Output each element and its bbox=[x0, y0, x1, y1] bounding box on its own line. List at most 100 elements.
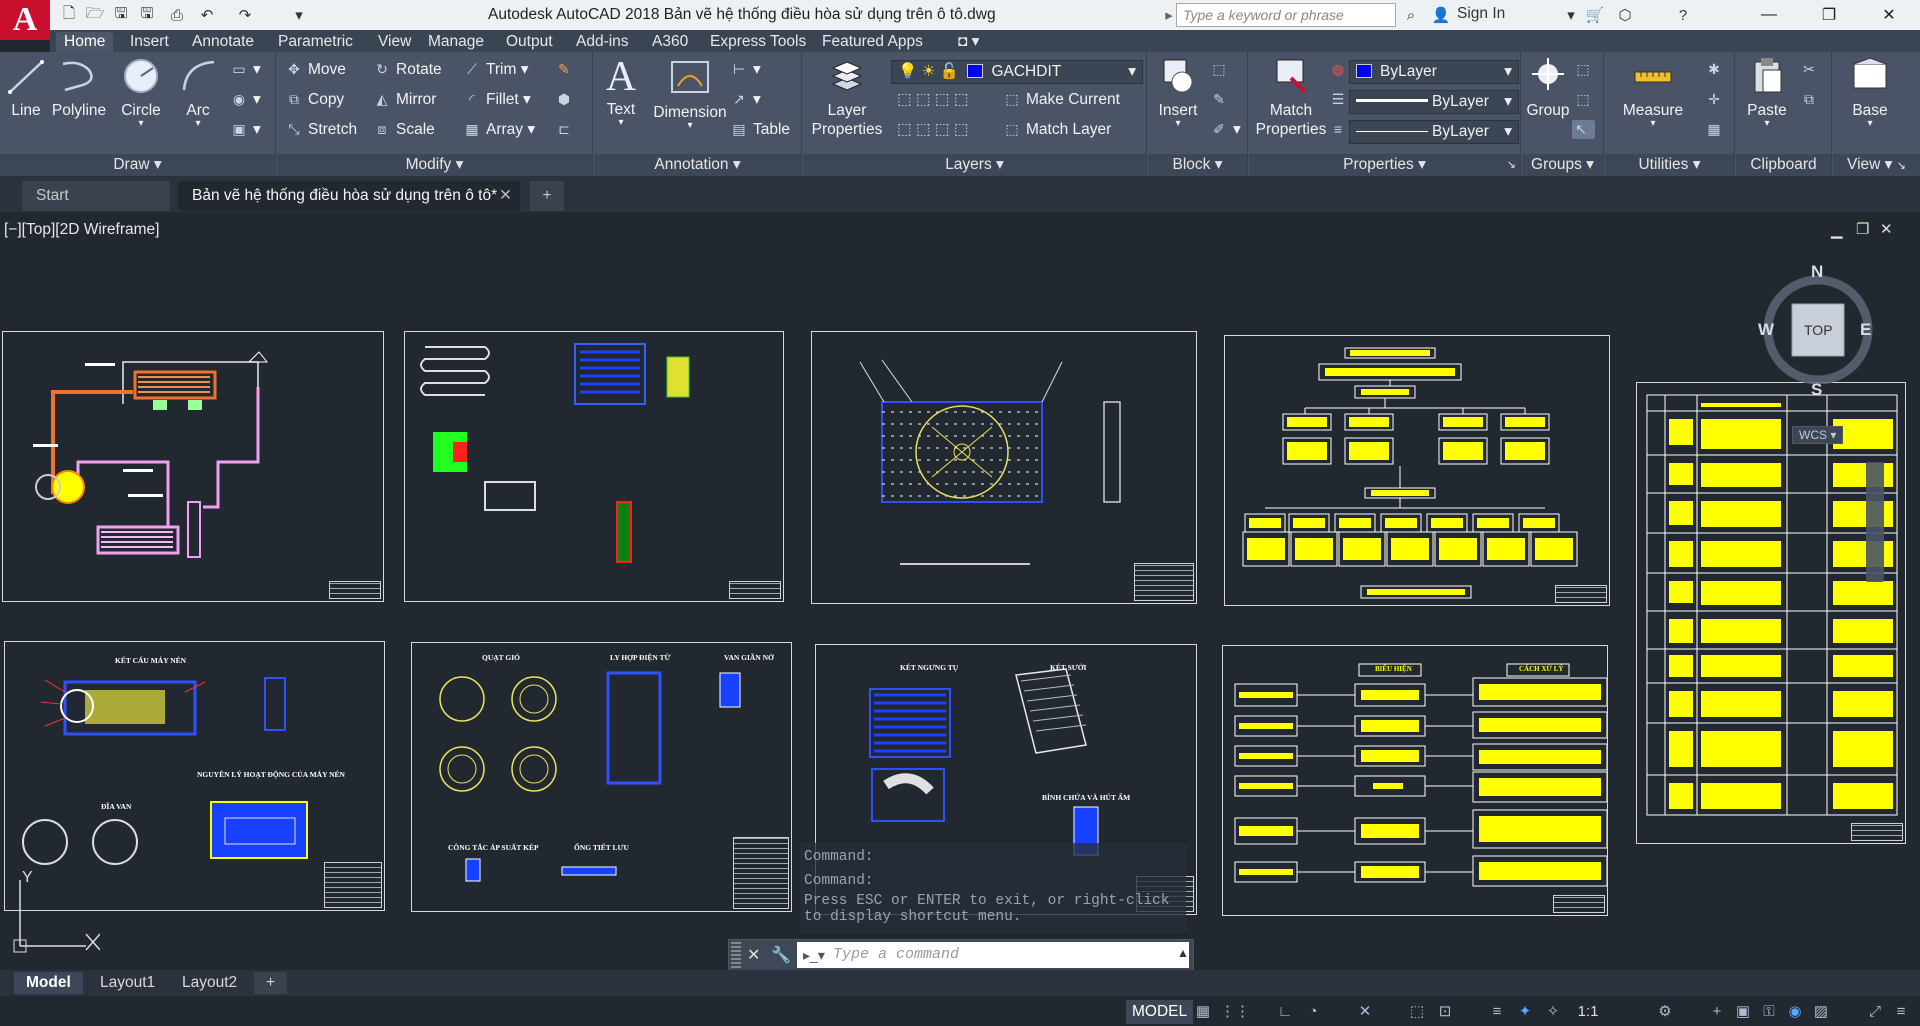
annotation-visibility-icon[interactable]: ✧ bbox=[1542, 1001, 1564, 1023]
measure-button[interactable]: Measure ▾ bbox=[1609, 56, 1697, 129]
binoculars-icon[interactable]: ⌕ bbox=[1400, 4, 1422, 26]
lineweight-status-icon[interactable]: ≡ bbox=[1486, 1001, 1508, 1023]
move-button[interactable]: ✥ Move bbox=[285, 60, 346, 79]
text-dropdown-icon[interactable]: ▾ bbox=[598, 118, 644, 128]
compass-east[interactable]: E bbox=[1860, 320, 1871, 340]
line-button[interactable]: Line bbox=[4, 56, 48, 120]
close-tab-icon[interactable]: ✕ bbox=[499, 181, 512, 211]
layer-tools-row-2[interactable]: ⬚ ⬚ ⬚ ⬚ bbox=[897, 120, 969, 139]
copy-button[interactable]: ⧉ Copy bbox=[285, 90, 344, 109]
calculator-icon[interactable]: ▦ bbox=[1705, 120, 1728, 139]
base-dropdown-icon[interactable]: ▾ bbox=[1845, 119, 1895, 129]
id-point-icon[interactable]: ✛ bbox=[1705, 90, 1728, 109]
plot-icon[interactable]: ⎙ bbox=[166, 4, 188, 26]
linear-dim-icon[interactable]: ⊢ ▾ bbox=[730, 60, 761, 79]
customize-status-icon[interactable]: ≡ bbox=[1890, 1001, 1912, 1023]
group-button[interactable]: Group bbox=[1526, 56, 1570, 120]
viewport-restore-icon[interactable]: ❐ bbox=[1856, 220, 1869, 238]
wcs-menu[interactable]: WCS ▾ bbox=[1792, 426, 1844, 444]
leader-icon[interactable]: ↗ ▾ bbox=[730, 90, 761, 109]
close-icon[interactable]: ✕ bbox=[1866, 0, 1912, 30]
tab-parametric[interactable]: Parametric bbox=[270, 32, 361, 52]
sign-in-button[interactable]: Sign In bbox=[1457, 5, 1505, 23]
groups-panel-title[interactable]: Groups ▾ bbox=[1522, 154, 1603, 176]
region-icon[interactable]: ▣ ▾ bbox=[230, 120, 260, 139]
scale-value[interactable]: 1:1 bbox=[1570, 1001, 1606, 1023]
signin-dropdown-icon[interactable]: ▾ bbox=[1560, 4, 1582, 26]
recent-commands-icon[interactable]: ▸_▾ bbox=[803, 947, 825, 964]
match-properties-button[interactable]: Match Properties bbox=[1251, 56, 1331, 139]
redo-icon[interactable]: ↷ bbox=[234, 4, 256, 26]
fullscreen-icon[interactable]: ⤢ bbox=[1864, 1001, 1886, 1023]
tab-manage[interactable]: Manage bbox=[420, 32, 492, 52]
dimension-dropdown-icon[interactable]: ▾ bbox=[650, 121, 730, 131]
compass-west[interactable]: W bbox=[1758, 320, 1774, 340]
customize-icon[interactable]: 🔧 bbox=[771, 945, 791, 965]
drawing-sheet-3[interactable] bbox=[811, 331, 1197, 604]
tab-annotate[interactable]: Annotate bbox=[184, 32, 262, 52]
lineweight-dropdown[interactable]: ByLayer ▾ bbox=[1349, 90, 1519, 114]
polar-icon[interactable]: ◔ bbox=[1302, 1001, 1324, 1023]
new-icon[interactable]: 🗋 bbox=[58, 4, 80, 26]
restore-icon[interactable]: ❐ bbox=[1806, 0, 1852, 30]
drawing-sheet-4[interactable] bbox=[1224, 335, 1610, 606]
save-as-icon[interactable]: 🖫 bbox=[136, 4, 158, 26]
arc-button[interactable]: Arc ▾ bbox=[174, 56, 222, 129]
match-layer-button[interactable]: ⬚ Match Layer bbox=[1003, 120, 1111, 139]
drawing-sheet-9[interactable] bbox=[1636, 382, 1906, 844]
scale-button[interactable]: ⧈ Scale bbox=[373, 120, 435, 139]
tab-layout1[interactable]: Layout1 bbox=[88, 972, 167, 994]
undo-icon[interactable]: ↶ bbox=[196, 4, 218, 26]
file-tab-start[interactable]: Start bbox=[22, 181, 170, 211]
clean-screen-icon[interactable]: ▨ bbox=[1810, 1001, 1832, 1023]
annotation-panel-title[interactable]: Annotation ▾ bbox=[594, 154, 801, 176]
create-block-icon[interactable]: ⬚ bbox=[1210, 60, 1233, 79]
utilities-panel-title[interactable]: Utilities ▾ bbox=[1605, 154, 1734, 176]
group-edit-icon[interactable]: ⬚ bbox=[1574, 90, 1597, 109]
otrack-icon[interactable]: ⊡ bbox=[1434, 1001, 1456, 1023]
help-icon[interactable]: ? bbox=[1672, 4, 1694, 26]
navigation-bar[interactable] bbox=[1866, 462, 1884, 582]
tab-layout2[interactable]: Layout2 bbox=[170, 972, 249, 994]
viewport-minimize-icon[interactable]: ▁ bbox=[1831, 221, 1843, 239]
tab-a360[interactable]: A360 bbox=[644, 32, 696, 52]
viewcube-top-face[interactable]: TOP bbox=[1804, 322, 1833, 338]
layer-dropdown[interactable]: 💡 ☀ 🔓 GACHDIT ▾ bbox=[891, 60, 1143, 84]
tab-model[interactable]: Model bbox=[14, 972, 83, 994]
layer-properties-button[interactable]: Layer Properties bbox=[807, 56, 887, 139]
qat-dropdown-icon[interactable]: ▾ bbox=[288, 4, 310, 26]
new-tab-icon[interactable]: + bbox=[530, 181, 564, 211]
add-layout-icon[interactable]: + bbox=[254, 972, 288, 994]
tab-home[interactable]: Home bbox=[56, 32, 114, 52]
plus-icon[interactable]: + bbox=[1706, 1001, 1728, 1023]
ribbon-minimize-icon[interactable]: ◘ ▾ bbox=[950, 32, 987, 52]
compass-south[interactable]: S bbox=[1811, 380, 1822, 400]
workspace-gear-icon[interactable]: ⚙ bbox=[1654, 1001, 1676, 1023]
cut-icon[interactable]: ✂ bbox=[1800, 60, 1823, 79]
linetype-dropdown[interactable]: ByLayer ▾ bbox=[1349, 120, 1519, 144]
copy-clip-icon[interactable]: ⧉ bbox=[1800, 90, 1823, 109]
tab-output[interactable]: Output bbox=[498, 32, 561, 52]
command-input[interactable]: Type a command bbox=[797, 942, 1189, 968]
minimize-icon[interactable]: — bbox=[1746, 0, 1792, 30]
tab-insert[interactable]: Insert bbox=[122, 32, 177, 52]
exchange-icon[interactable]: ⬡ bbox=[1614, 4, 1636, 26]
mirror-button[interactable]: ◭ Mirror bbox=[373, 90, 437, 109]
dimension-button[interactable]: Dimension ▾ bbox=[650, 56, 730, 131]
insert-button[interactable]: Insert ▾ bbox=[1154, 56, 1202, 129]
rotate-button[interactable]: ↻ Rotate bbox=[373, 60, 442, 79]
properties-panel-title[interactable]: Properties ▾ ↘ bbox=[1249, 154, 1520, 176]
snap-icon[interactable]: ⋮⋮ bbox=[1220, 1001, 1250, 1023]
view-panel-title[interactable]: View ▾ ↘ bbox=[1833, 154, 1920, 176]
insert-dropdown-icon[interactable]: ▾ bbox=[1154, 119, 1202, 129]
layer-tools-row-1[interactable]: ⬚ ⬚ ⬚ ⬚ bbox=[897, 90, 969, 109]
polyline-button[interactable]: Polyline bbox=[50, 56, 108, 120]
ortho-icon[interactable]: ∟ bbox=[1274, 1001, 1296, 1023]
isolate-icon[interactable]: ▣ bbox=[1732, 1001, 1754, 1023]
erase-icon[interactable]: ✎ bbox=[555, 60, 578, 79]
search-input[interactable]: Type a keyword or phrase bbox=[1176, 3, 1396, 27]
drawing-sheet-8[interactable]: BIỂU HIỆN CÁCH XỬ LÝ bbox=[1222, 645, 1608, 916]
explode-icon[interactable]: ⬢ bbox=[555, 90, 578, 109]
base-button[interactable]: Base ▾ bbox=[1845, 56, 1895, 129]
circle-button[interactable]: Circle ▾ bbox=[114, 56, 168, 129]
